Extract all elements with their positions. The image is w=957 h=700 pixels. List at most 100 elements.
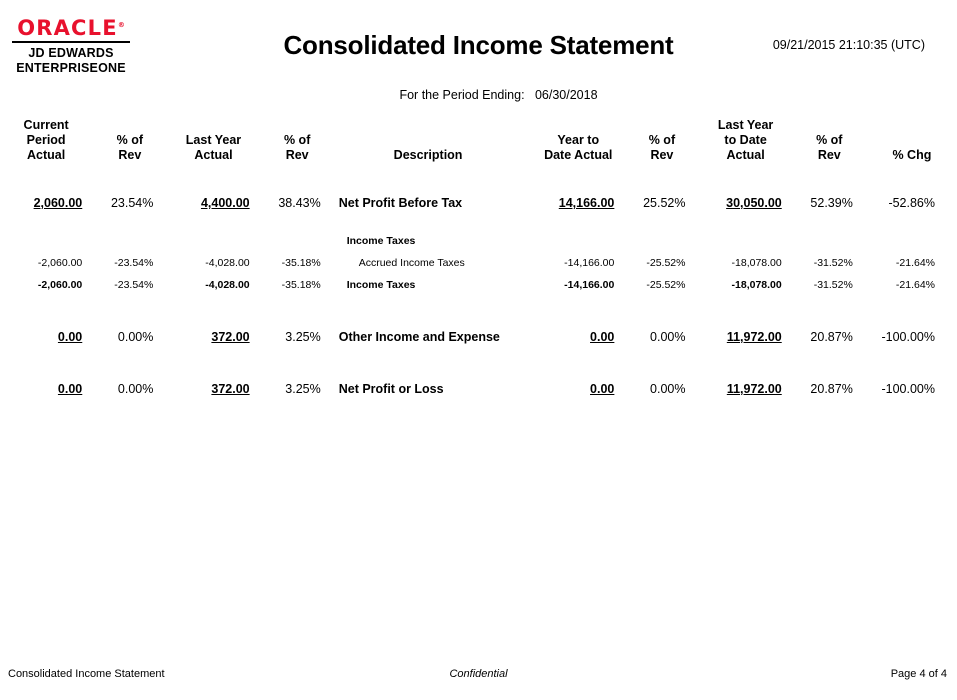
cell-last-year-pct: 3.25% (285, 330, 321, 344)
cell-current-period-actual: 2,060.00 (0, 181, 92, 211)
cell-spacer (521, 249, 532, 271)
header-line-1: % of (116, 133, 143, 147)
row-spacer (0, 345, 957, 367)
header-line-1: % of (283, 133, 311, 147)
cell-last-year-pct: 38.43% (278, 196, 321, 210)
column-header-pct-chg: % Chg (892, 148, 932, 162)
cell-description: Income Taxes (346, 235, 416, 247)
cell-ytd-pct: 0.00% (650, 330, 686, 344)
cell-current-period-pct: -23.54% (114, 279, 154, 291)
cell-last-year-ytd-actual: -18,078.00 (731, 257, 782, 269)
cell-last-year-actual: 4,400.00 (167, 181, 259, 211)
cell-pct-chg: -21.64% (895, 279, 935, 291)
cell-ytd-actual: -14,166.00 (564, 257, 615, 269)
cell-last-year-actual-value: 372.00 (211, 382, 250, 396)
cell-ytd-pct: -25.52% (646, 257, 686, 269)
period-ending-label: For the Period Ending: (399, 88, 525, 102)
column-header-last-year-actual: Last Year Actual (167, 118, 259, 163)
cell-last-year-pct: -35.18% (281, 257, 321, 269)
cell-last-year-ytd-actual: 11,972.00 (699, 367, 791, 397)
cell-spacer (521, 271, 532, 293)
income-statement-table: Current Period Actual % of Rev Last Year… (0, 118, 957, 397)
cell-last-year-ytd-pct: 52.39% (810, 196, 853, 210)
cell-current-period-actual: 0.00 (0, 367, 92, 397)
table-header-row: Current Period Actual % of Rev Last Year… (0, 118, 957, 163)
cell-ytd-actual-value: 0.00 (590, 382, 615, 396)
cell-spacer (521, 367, 532, 397)
cell-ytd-actual (532, 227, 624, 249)
column-header-last-year-to-date-actual: Last Year to Date Actual (699, 118, 791, 163)
cell-last-year-ytd-pct: -31.52% (813, 257, 853, 269)
table-row: 2,060.00 23.54% 4,400.00 38.43% Net Profit B… (0, 181, 957, 211)
row-spacer (0, 163, 957, 181)
table-row: Income Taxes (0, 227, 957, 249)
page-footer: Consolidated Income Statement Confidenti… (0, 668, 957, 686)
table-row: -2,060.00 -23.54% -4,028.00 -35.18% Accrued … (0, 249, 957, 271)
cell-pct-chg: -21.64% (895, 257, 935, 269)
header-line-2: Period (26, 133, 66, 147)
table-body: 2,060.00 23.54% 4,400.00 38.43% Net Profit B… (0, 163, 957, 397)
cell-last-year-ytd-actual (699, 227, 791, 249)
cell-description: Accrued Income Taxes (358, 257, 465, 269)
cell-current-period-pct: 23.54% (110, 196, 154, 210)
report-timestamp: 09/21/2015 21:10:35 (UTC) (772, 38, 925, 52)
cell-current-period-actual-value: 2,060.00 (33, 196, 83, 210)
spacer-cell (0, 345, 957, 367)
cell-last-year-ytd-pct (792, 227, 867, 249)
header-line-1: % of (648, 133, 676, 147)
cell-ytd-pct: -25.52% (646, 279, 686, 291)
cell-last-year-ytd-actual: 30,050.00 (699, 181, 791, 211)
cell-pct-chg: -100.00% (881, 330, 935, 344)
spacer-cell (0, 211, 957, 227)
header-line-1: Last Year (717, 118, 774, 132)
cell-last-year-ytd-pct: -31.52% (813, 279, 853, 291)
cell-last-year-ytd-actual-value: 30,050.00 (726, 196, 782, 210)
product-line-enterpriseone: ENTERPRISEONE (16, 61, 126, 75)
cell-current-period-pct: 0.00% (117, 330, 154, 344)
cell-last-year-ytd-actual-value: 11,972.00 (726, 330, 782, 344)
spacer-cell (0, 163, 957, 181)
cell-ytd-actual: 14,166.00 (532, 181, 624, 211)
cell-spacer (521, 227, 532, 249)
cell-last-year-ytd-actual: 11,972.00 (699, 315, 791, 345)
header-line-2: Rev (817, 148, 841, 162)
spacer-cell (0, 293, 957, 315)
table-row: 0.00 0.00% 372.00 3.25% Net Profit or Loss 0.… (0, 367, 957, 397)
cell-description: Net Profit Before Tax (338, 196, 463, 210)
cell-spacer (521, 315, 532, 345)
cell-last-year-actual: -4,028.00 (167, 271, 259, 293)
cell-current-period-actual: 0.00 (0, 315, 92, 345)
cell-ytd-actual: 0.00 (532, 315, 624, 345)
cell-description: Net Profit or Loss (338, 382, 444, 396)
period-ending-value: 06/30/2018 (534, 88, 598, 102)
cell-last-year-actual: 372.00 (167, 315, 259, 345)
header-line-2: Actual (194, 148, 233, 162)
row-spacer (0, 211, 957, 227)
cell-last-year-actual: 372.00 (167, 367, 259, 397)
cell-current-period-actual-value: 0.00 (57, 330, 83, 344)
cell-pct-chg: -52.86% (888, 196, 935, 210)
header-line-2: Rev (650, 148, 674, 162)
cell-last-year-actual: -4,028.00 (205, 257, 250, 269)
header-line-2: Date Actual (544, 148, 613, 162)
table-row: -2,060.00 -23.54% -4,028.00 -35.18% Income T… (0, 271, 957, 293)
cell-current-period-actual (0, 227, 92, 249)
report-header: ORACLE® JD EDWARDS ENTERPRISEONE Consoli… (0, 0, 957, 78)
cell-current-period-pct: -23.54% (114, 257, 154, 269)
cell-last-year-ytd-actual-value: -18,078.00 (731, 279, 782, 291)
cell-pct-chg: -100.00% (881, 382, 935, 396)
cell-last-year-actual-value: -4,028.00 (205, 279, 250, 291)
cell-last-year-pct: 3.25% (285, 382, 321, 396)
cell-pct-chg (867, 227, 957, 249)
cell-spacer (521, 181, 532, 211)
column-header-pct-of-rev-ytd: % of Rev (624, 118, 699, 163)
header-line-2: Rev (118, 148, 142, 162)
header-line-2: Rev (285, 148, 309, 162)
cell-description: Other Income and Expense (338, 330, 500, 344)
cell-ytd-pct: 0.00% (650, 382, 686, 396)
column-header-pct-of-rev-last-year-ytd: % of Rev (792, 118, 867, 163)
cell-description: Income Taxes (346, 279, 416, 291)
column-header-year-to-date-actual: Year to Date Actual (532, 118, 624, 163)
cell-ytd-actual: -14,166.00 (532, 271, 624, 293)
cell-last-year-ytd-pct: 20.87% (810, 382, 853, 396)
